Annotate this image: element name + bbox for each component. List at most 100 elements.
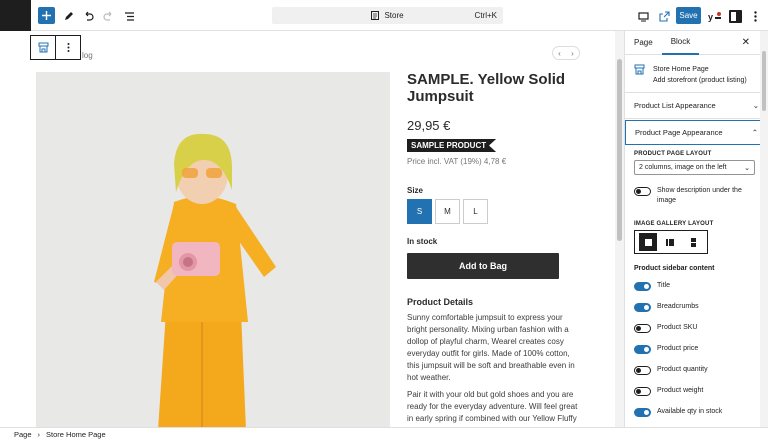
toggle-row-quantity: Product quantity <box>625 365 768 386</box>
scrollbar-thumb[interactable] <box>617 59 622 241</box>
tab-block[interactable]: Block <box>661 31 700 55</box>
toggle-row-price: Product price <box>625 344 768 365</box>
toggle-row-sku: Product SKU <box>625 323 768 344</box>
block-type-button[interactable] <box>31 36 55 59</box>
layout-label: PRODUCT PAGE LAYOUT <box>634 151 712 157</box>
block-description: Add storefront (product listing) <box>653 77 747 84</box>
page-layout-select[interactable]: 2 columns, image on the left ⌄ <box>634 160 755 175</box>
gallery-layout-single[interactable] <box>639 233 658 251</box>
toggle-row-breadcrumbs: Breadcrumbs <box>625 302 768 323</box>
product-summary: SAMPLE. Yellow Solid Jumpsuit 29,95 € SA… <box>407 71 597 427</box>
toggle-row-weight: Product weight <box>625 386 768 407</box>
chevron-down-icon: ⌄ <box>744 164 750 172</box>
toggle-label: Title <box>657 282 670 289</box>
desktop-icon <box>637 11 649 21</box>
toggle-row-title: Title <box>625 281 768 302</box>
shortcut-hint: Ctrl+K <box>474 11 497 20</box>
stock-status: In stock <box>407 237 438 246</box>
gallery-layout-options <box>634 230 708 254</box>
product-photo-illustration <box>36 72 390 427</box>
block-name: Store Home Page <box>653 66 709 73</box>
gallery-layout-thumbs-left[interactable] <box>662 233 680 251</box>
size-option-l[interactable]: L <box>463 199 488 224</box>
options-menu-button[interactable] <box>743 4 767 28</box>
command-palette-bar[interactable]: Store Ctrl+K <box>272 7 503 24</box>
block-breadcrumb-bar: Page › Store Home Page <box>0 427 768 441</box>
canvas-scrollbar[interactable] <box>615 31 624 427</box>
sku-toggle[interactable] <box>634 324 651 333</box>
toggle-label: Product SKU <box>657 324 698 331</box>
vat-note: Price incl. VAT (19%) 4,78 € <box>407 157 507 166</box>
plus-icon <box>42 11 51 20</box>
redo-icon <box>102 11 111 21</box>
layout-thumbs-icon <box>666 238 675 246</box>
select-value: 2 columns, image on the left <box>639 164 727 171</box>
view-page-button[interactable] <box>652 4 676 28</box>
sidebar-content-heading: Product sidebar content <box>634 265 715 272</box>
size-option-m[interactable]: M <box>435 199 460 224</box>
store-icon <box>38 42 49 53</box>
layout-single-icon <box>644 238 652 246</box>
block-toolbar <box>30 35 81 60</box>
add-to-bag-button[interactable]: Add to Bag <box>407 253 559 279</box>
undo-icon <box>85 11 94 21</box>
weight-toggle[interactable] <box>634 387 651 396</box>
sidebar-scrollbar[interactable] <box>760 31 768 427</box>
block-options-button[interactable] <box>55 36 80 59</box>
gallery-layout-label: IMAGE GALLERY LAYOUT <box>634 221 714 227</box>
more-vertical-icon <box>67 43 70 52</box>
quantity-toggle[interactable] <box>634 366 651 375</box>
toggle-label: Product weight <box>657 387 704 394</box>
show-description-option: Show description under the image <box>625 186 768 216</box>
title-toggle[interactable] <box>634 282 651 291</box>
product-description: Sunny comfortable jumpsuit to express yo… <box>407 313 575 382</box>
product-description: Pair it with your old but gold shoes and… <box>407 390 578 427</box>
close-icon[interactable]: ✕ <box>742 37 750 48</box>
pencil-icon <box>64 11 73 20</box>
product-image[interactable] <box>36 72 390 427</box>
breadcrumbs-toggle[interactable] <box>634 303 651 312</box>
toggle-label: Available qty in stock <box>657 408 723 415</box>
toggle-row-stock: Available qty in stock <box>625 407 768 427</box>
more-vertical-icon <box>753 10 757 22</box>
toggle-label: Breadcrumbs <box>657 303 699 310</box>
price-toggle[interactable] <box>634 345 651 354</box>
show-description-toggle[interactable] <box>634 187 651 196</box>
yoast-icon: y <box>708 11 721 22</box>
document-title: Store <box>384 11 404 20</box>
editor-top-toolbar: Store Ctrl+K Save y <box>0 0 768 31</box>
sidebar-tabs: Page Block ✕ <box>625 31 768 55</box>
panel-title: Product Page Appearance <box>635 128 723 137</box>
add-block-button[interactable] <box>38 7 55 24</box>
chevron-left-icon[interactable]: ‹ <box>558 49 561 58</box>
chevron-down-icon: ⌄ <box>752 101 759 110</box>
toggle-label: Product quantity <box>657 366 708 373</box>
panel-product-list-appearance[interactable]: Product List Appearance ⌄ <box>625 93 768 119</box>
chevron-right-icon[interactable]: › <box>571 49 574 58</box>
tab-page[interactable]: Page <box>625 31 662 55</box>
site-logo[interactable] <box>0 0 31 31</box>
scrollbar-thumb[interactable] <box>762 51 766 111</box>
gallery-layout-stacked[interactable] <box>685 233 703 251</box>
size-option-s[interactable]: S <box>407 199 432 224</box>
list-view-icon <box>124 11 134 21</box>
document-overview-button[interactable] <box>117 4 141 28</box>
breadcrumb-store-home-page[interactable]: Store Home Page <box>46 430 106 439</box>
save-button[interactable]: Save <box>676 7 701 24</box>
external-link-icon <box>658 10 670 22</box>
panel-title: Product List Appearance <box>634 101 716 110</box>
size-options: S M L <box>407 199 597 224</box>
sidebar-toggle-icon <box>728 9 742 23</box>
breadcrumb-page[interactable]: Page <box>14 430 32 439</box>
product-breadcrumb[interactable]: log <box>82 51 93 60</box>
toggle-label: Product price <box>657 345 699 352</box>
stock-toggle[interactable] <box>634 408 651 417</box>
document-icon <box>371 11 380 20</box>
layout-stacked-icon <box>691 237 697 247</box>
chevron-right-icon: › <box>37 430 41 439</box>
settings-sidebar: Page Block ✕ Store Home Page Add storefr… <box>624 31 768 427</box>
panel-product-page-appearance[interactable]: Product Page Appearance ⌃ <box>625 120 768 145</box>
sample-product-badge: SAMPLE PRODUCT <box>407 139 497 152</box>
editor-canvas[interactable]: log ‹ › SAMPLE. Yellow Solid Jumpsuit 29… <box>0 31 615 427</box>
product-title: SAMPLE. Yellow Solid Jumpsuit <box>407 71 566 105</box>
